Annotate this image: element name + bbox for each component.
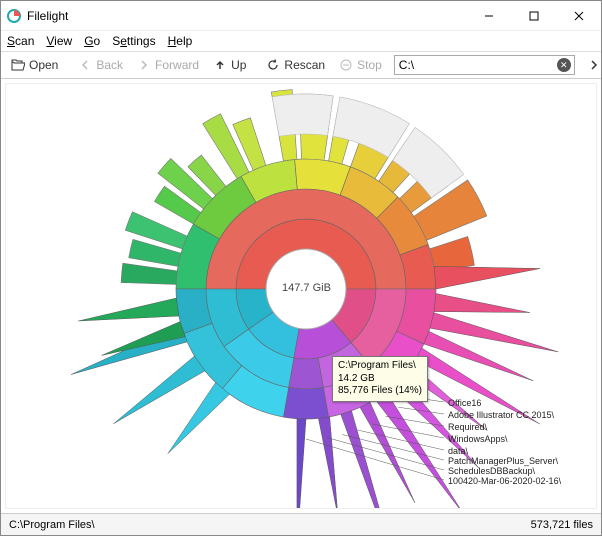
- menu-scan[interactable]: Scan: [7, 34, 34, 48]
- sunburst-chart[interactable]: 147.7 GiB C:\Program Files\ 14.2 GB 85,7…: [5, 83, 597, 509]
- forward-button[interactable]: Forward: [131, 56, 205, 74]
- rescan-button[interactable]: Rescan: [260, 56, 331, 74]
- tooltip-files: 85,776 Files (14%): [338, 385, 422, 398]
- chevron-left-icon: [78, 58, 92, 72]
- path-field-wrap: ✕: [394, 55, 575, 75]
- chevron-right-icon: [137, 58, 151, 72]
- leader-backup: 100420-Mar-06-2020-02-16\: [448, 476, 561, 486]
- clear-icon[interactable]: ✕: [557, 58, 571, 72]
- stop-icon: [339, 58, 353, 72]
- statusbar: C:\Program Files\ 573,721 files: [1, 513, 601, 535]
- leader-windowsapps: WindowsApps\: [448, 434, 508, 444]
- stop-button[interactable]: Stop: [333, 56, 388, 74]
- maximize-button[interactable]: [511, 1, 556, 30]
- path-input[interactable]: [394, 55, 575, 75]
- leader-illustrator: Adobe Illustrator CC 2015\: [448, 410, 554, 420]
- leader-required: Required\: [448, 422, 487, 432]
- close-button[interactable]: [556, 1, 601, 30]
- tooltip-size: 14.2 GB: [338, 373, 422, 386]
- app-window: Filelight Scan View Go Settings Help Ope…: [0, 0, 602, 536]
- sunburst-svg: [6, 84, 596, 508]
- center-size-label: 147.7 GiB: [282, 282, 331, 294]
- titlebar: Filelight: [1, 1, 601, 31]
- segment-tooltip: C:\Program Files\ 14.2 GB 85,776 Files (…: [332, 356, 428, 402]
- leader-office16: Office16: [448, 398, 481, 408]
- menu-go[interactable]: Go: [84, 34, 100, 48]
- menu-help[interactable]: Help: [168, 34, 193, 48]
- menubar: Scan View Go Settings Help: [1, 31, 601, 51]
- window-title: Filelight: [27, 9, 466, 23]
- chevron-right-icon: [587, 58, 601, 72]
- tooltip-path: C:\Program Files\: [338, 360, 422, 373]
- folder-open-icon: [11, 58, 25, 72]
- menu-view[interactable]: View: [46, 34, 72, 48]
- open-button[interactable]: Open: [5, 56, 64, 74]
- up-button[interactable]: Up: [207, 56, 252, 74]
- toolbar: Open Back Forward Up Rescan: [1, 51, 601, 79]
- leader-data: data\: [448, 446, 468, 456]
- app-icon: [7, 9, 21, 23]
- leader-schedules: SchedulesDBBackup\: [448, 466, 535, 476]
- status-path: C:\Program Files\: [9, 519, 95, 531]
- minimize-button[interactable]: [466, 1, 511, 30]
- status-filecount: 573,721 files: [531, 519, 593, 531]
- refresh-icon: [266, 58, 280, 72]
- menu-settings[interactable]: Settings: [112, 34, 155, 48]
- arrow-up-icon: [213, 58, 227, 72]
- leader-pmp: PatchManagerPlus_Server\: [448, 456, 558, 466]
- go-button[interactable]: Go: [581, 56, 602, 74]
- window-controls: [466, 1, 601, 30]
- back-button[interactable]: Back: [72, 56, 129, 74]
